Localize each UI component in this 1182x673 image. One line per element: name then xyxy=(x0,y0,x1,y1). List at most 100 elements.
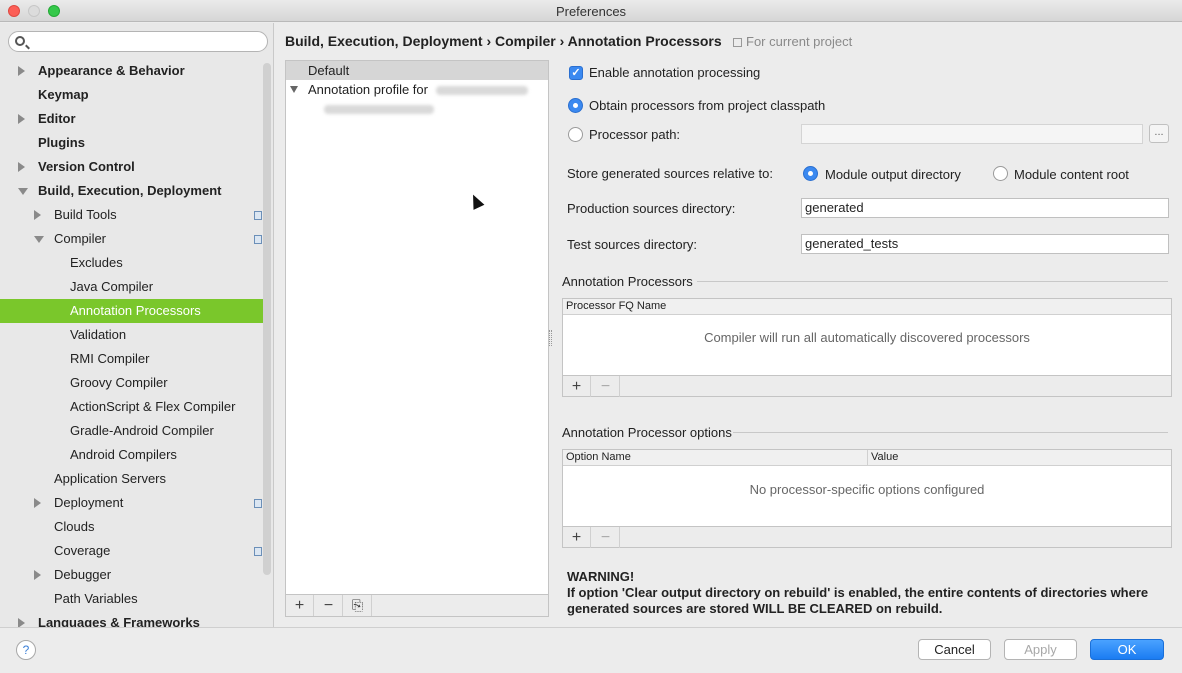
sidebar-item-coverage[interactable]: Coverage xyxy=(0,539,263,563)
processors-table-header: Processor FQ Name xyxy=(563,299,1171,315)
module-output-label: Module output directory xyxy=(825,167,961,182)
profile-annotation-label: Annotation profile for xyxy=(308,82,428,97)
redacted-text xyxy=(435,86,528,96)
test-dir-label: Test sources directory: xyxy=(567,237,698,252)
sidebar-item-build-execution-deployment[interactable]: Build, Execution, Deployment xyxy=(0,179,263,203)
sidebar-item-annotation-processors[interactable]: Annotation Processors xyxy=(0,299,263,323)
sidebar-item-application-servers[interactable]: Application Servers xyxy=(0,467,263,491)
sidebar-item-label: Annotation Processors xyxy=(70,303,201,318)
option-name-column[interactable]: Option Name xyxy=(563,450,631,465)
module-output-radio[interactable] xyxy=(803,166,818,181)
sidebar-item-languages-frameworks[interactable]: Languages & Frameworks xyxy=(0,611,263,628)
remove-processor-button[interactable]: − xyxy=(592,376,620,397)
remove-option-button[interactable]: − xyxy=(592,527,620,548)
sidebar-item-label: Java Compiler xyxy=(70,279,154,294)
processor-path-radio[interactable] xyxy=(568,127,583,142)
chevron-down-icon[interactable] xyxy=(34,236,44,243)
sidebar-item-label: Application Servers xyxy=(54,471,166,486)
rebuild-warning: WARNING! If option 'Clear output directo… xyxy=(567,569,1173,617)
sidebar-item-android-compilers[interactable]: Android Compilers xyxy=(0,443,263,467)
sidebar-item-label: Clouds xyxy=(54,519,95,534)
sidebar-item-version-control[interactable]: Version Control xyxy=(0,155,263,179)
project-scope-icon xyxy=(254,547,262,556)
sidebar-item-keymap[interactable]: Keymap xyxy=(0,83,263,107)
move-to-profile-button[interactable]: ⎘ xyxy=(344,595,372,616)
sidebar-item-label: Gradle-Android Compiler xyxy=(70,423,214,438)
sidebar-item-debugger[interactable]: Debugger xyxy=(0,563,263,587)
sidebar-item-label: ActionScript & Flex Compiler xyxy=(70,399,236,414)
test-dir-field[interactable]: generated_tests xyxy=(801,234,1169,254)
settings-sidebar: Appearance & Behavior Keymap Editor Plugins… xyxy=(0,23,274,628)
profile-default[interactable]: Default xyxy=(286,61,548,80)
sidebar-item-clouds[interactable]: Clouds xyxy=(0,515,263,539)
chevron-down-icon[interactable] xyxy=(18,188,28,195)
sidebar-item-editor[interactable]: Editor xyxy=(0,107,263,131)
sidebar-item-label: Appearance & Behavior xyxy=(38,63,185,78)
sidebar-item-path-variables[interactable]: Path Variables xyxy=(0,587,263,611)
production-dir-label: Production sources directory: xyxy=(567,201,736,216)
window-title: Preferences xyxy=(555,4,627,19)
warning-text: If option 'Clear output directory on reb… xyxy=(567,585,1149,616)
sidebar-item-label: Coverage xyxy=(54,543,111,558)
chevron-right-icon[interactable] xyxy=(18,162,25,172)
ok-button[interactable]: OK xyxy=(1090,639,1164,660)
sidebar-item-validation[interactable]: Validation xyxy=(0,323,263,347)
sidebar-item-label: Plugins xyxy=(38,135,85,150)
apply-button[interactable]: Apply xyxy=(1004,639,1077,660)
sidebar-item-rmi-compiler[interactable]: RMI Compiler xyxy=(0,347,263,371)
chevron-down-icon[interactable] xyxy=(290,86,298,93)
processor-path-field[interactable] xyxy=(801,124,1143,144)
settings-search-input[interactable] xyxy=(8,31,268,52)
panel-splitter[interactable] xyxy=(549,330,552,346)
sidebar-item-label: Excludes xyxy=(70,255,123,270)
add-option-button[interactable]: + xyxy=(563,527,591,548)
section-divider xyxy=(733,432,1168,433)
processor-fq-name-column[interactable]: Processor FQ Name xyxy=(563,299,666,314)
store-relative-label: Store generated sources relative to: xyxy=(567,166,773,181)
add-profile-button[interactable]: + xyxy=(286,595,314,616)
cancel-button[interactable]: Cancel xyxy=(918,639,991,660)
help-button[interactable]: ? xyxy=(16,640,36,660)
sidebar-item-gradle-android-compiler[interactable]: Gradle-Android Compiler xyxy=(0,419,263,443)
sidebar-item-label: Deployment xyxy=(54,495,124,510)
sidebar-item-build-tools[interactable]: Build Tools xyxy=(0,203,263,227)
sidebar-item-actionscript-flex-compiler[interactable]: ActionScript & Flex Compiler xyxy=(0,395,263,419)
chevron-right-icon[interactable] xyxy=(18,66,25,76)
profile-module-item[interactable] xyxy=(286,99,548,118)
profile-annotation[interactable]: Annotation profile for xyxy=(286,80,548,99)
sidebar-item-label: RMI Compiler xyxy=(70,351,150,366)
profiles-list: Default Annotation profile for + − ⎘ xyxy=(285,60,549,617)
module-content-label: Module content root xyxy=(1014,167,1129,182)
chevron-right-icon[interactable] xyxy=(34,498,41,508)
sidebar-item-label: Android Compilers xyxy=(70,447,177,462)
sidebar-item-compiler[interactable]: Compiler xyxy=(0,227,263,251)
remove-profile-button[interactable]: − xyxy=(315,595,343,616)
processors-section-title: Annotation Processors xyxy=(562,274,693,289)
module-content-radio[interactable] xyxy=(993,166,1008,181)
sidebar-item-java-compiler[interactable]: Java Compiler xyxy=(0,275,263,299)
options-table: Option Name Value No processor-specific … xyxy=(562,449,1172,548)
add-processor-button[interactable]: + xyxy=(563,376,591,397)
sidebar-item-deployment[interactable]: Deployment xyxy=(0,491,263,515)
sidebar-item-appearance-behavior[interactable]: Appearance & Behavior xyxy=(0,59,263,83)
enable-annotation-checkbox[interactable]: ✓ xyxy=(569,66,583,80)
project-scope-icon xyxy=(254,499,262,508)
project-scope-icon xyxy=(733,38,742,47)
sidebar-scrollbar[interactable] xyxy=(263,63,271,575)
sidebar-item-groovy-compiler[interactable]: Groovy Compiler xyxy=(0,371,263,395)
value-column[interactable]: Value xyxy=(867,450,898,465)
browse-button[interactable]: ... xyxy=(1149,124,1169,143)
scope-label: For current project xyxy=(733,34,852,49)
production-dir-field[interactable]: generated xyxy=(801,198,1169,218)
sidebar-item-label: Build, Execution, Deployment xyxy=(38,183,222,198)
obtain-from-classpath-radio[interactable] xyxy=(568,98,583,113)
sidebar-item-plugins[interactable]: Plugins xyxy=(0,131,263,155)
chevron-right-icon[interactable] xyxy=(18,114,25,124)
sidebar-item-excludes[interactable]: Excludes xyxy=(0,251,263,275)
footer-divider xyxy=(0,627,1182,628)
chevron-right-icon[interactable] xyxy=(34,210,41,220)
processors-empty-text: Compiler will run all automatically disc… xyxy=(704,330,1030,345)
warning-title: WARNING! xyxy=(567,569,635,584)
chevron-right-icon[interactable] xyxy=(34,570,41,580)
project-scope-icon xyxy=(254,235,262,244)
